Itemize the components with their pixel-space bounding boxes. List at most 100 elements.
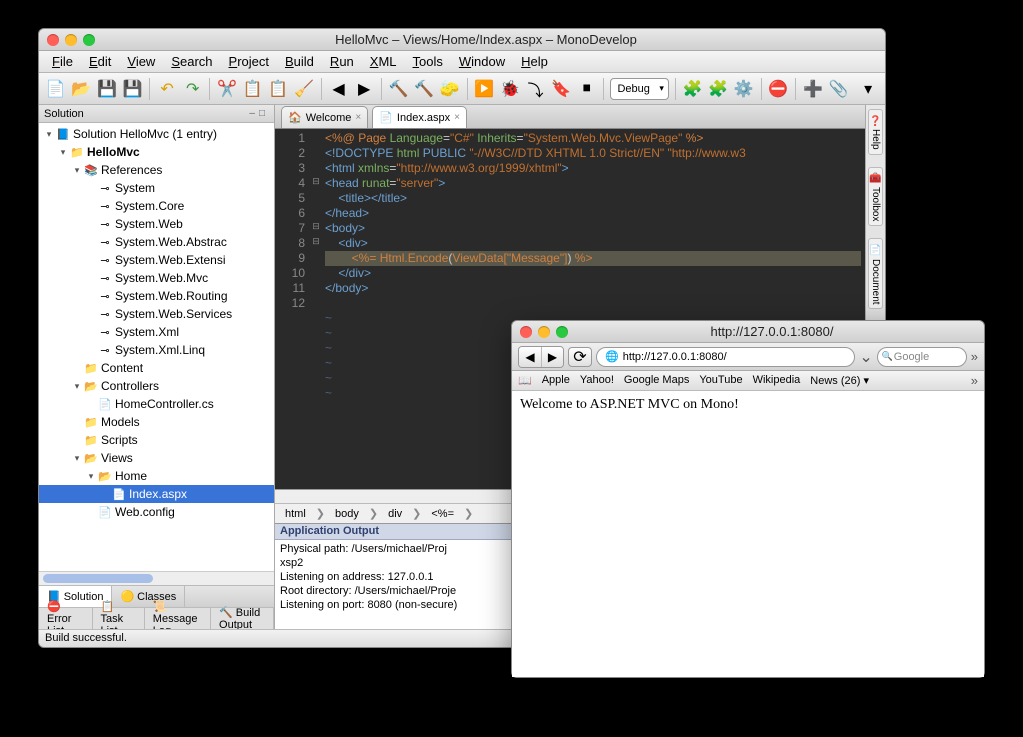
fold-gutter[interactable]: ⊟⊟⊟ — [311, 129, 321, 489]
open-icon[interactable]: 📂 — [71, 78, 93, 100]
bottom-tab-error-list[interactable]: ⛔ Error List — [39, 608, 93, 629]
breadcrumb-item[interactable]: div — [384, 508, 406, 520]
minimize-icon[interactable] — [65, 34, 77, 46]
bookmark-item[interactable]: YouTube — [699, 374, 742, 387]
debug-icon[interactable]: 🐞 — [499, 78, 521, 100]
chevron-down-icon[interactable]: ▾ — [857, 78, 879, 100]
bookmarks-icon[interactable]: 📖 — [518, 374, 532, 387]
tree-row[interactable]: 📄Web.config — [39, 503, 274, 521]
tree-row[interactable]: ⊸System.Web — [39, 215, 274, 233]
bookmark-item[interactable]: Apple — [542, 374, 570, 387]
build-icon[interactable]: 🔨 — [388, 78, 410, 100]
menu-tools[interactable]: Tools — [406, 52, 450, 71]
search-field[interactable]: Google — [877, 347, 967, 367]
extra1-icon[interactable]: ➕ — [802, 78, 824, 100]
copy-icon[interactable]: 📋 — [242, 78, 264, 100]
tree-row[interactable]: ▾📁HelloMvc — [39, 143, 274, 161]
save-all-icon[interactable]: 💾 — [122, 78, 144, 100]
side-tab-toolbox[interactable]: 🧰Toolbox — [868, 167, 883, 227]
minimize-icon[interactable] — [538, 326, 550, 338]
plugin1-icon[interactable]: 🧩 — [682, 78, 704, 100]
tree-row[interactable]: 📁Content — [39, 359, 274, 377]
breadcrumb-item[interactable]: html — [281, 508, 310, 520]
undo-icon[interactable]: ↶ — [156, 78, 178, 100]
menu-view[interactable]: View — [120, 52, 162, 71]
solution-tree[interactable]: ▾📘Solution HelloMvc (1 entry)▾📁HelloMvc▾… — [39, 123, 274, 571]
close-icon[interactable]: × — [355, 112, 361, 123]
side-tab-document[interactable]: 📄Document — [868, 238, 883, 309]
delete-icon[interactable]: 🧹 — [293, 78, 315, 100]
tree-row[interactable]: ⊸System.Web.Mvc — [39, 269, 274, 287]
tree-row[interactable]: ⊸System.Web.Extensi — [39, 251, 274, 269]
ide-titlebar[interactable]: HelloMvc – Views/Home/Index.aspx – MonoD… — [39, 29, 885, 51]
tab-index[interactable]: 📄Index.aspx× — [372, 106, 467, 128]
plugin3-icon[interactable]: ⚙️ — [733, 78, 755, 100]
bottom-tab-task-list[interactable]: 📋 Task List — [93, 608, 145, 629]
breadcrumb-item[interactable]: <%= — [427, 508, 458, 520]
close-icon[interactable] — [47, 34, 59, 46]
tree-row[interactable]: ⊸System.Web.Services — [39, 305, 274, 323]
menu-xml[interactable]: XML — [363, 52, 404, 71]
tab-welcome[interactable]: 🏠Welcome× — [281, 106, 368, 128]
clean-icon[interactable]: 🧽 — [439, 78, 461, 100]
side-tab-help[interactable]: ❓Help — [868, 109, 883, 155]
zoom-icon[interactable] — [83, 34, 95, 46]
close-icon[interactable]: × — [454, 112, 460, 123]
nav-back-icon[interactable]: ◀ — [328, 78, 350, 100]
menu-help[interactable]: Help — [514, 52, 555, 71]
nav-fwd-icon[interactable]: ▶ — [353, 78, 375, 100]
back-button[interactable]: ◀ — [519, 347, 541, 367]
paste-icon[interactable]: 📋 — [268, 78, 290, 100]
cut-icon[interactable]: ✂️ — [216, 78, 238, 100]
tree-row[interactable]: ▾📂Views — [39, 449, 274, 467]
tree-row[interactable]: 📄HomeController.cs — [39, 395, 274, 413]
menu-window[interactable]: Window — [452, 52, 512, 71]
tree-row[interactable]: ⊸System.Web.Abstrac — [39, 233, 274, 251]
panel-min-icon[interactable]: – — [249, 108, 259, 119]
bookmark-item[interactable]: Google Maps — [624, 374, 689, 387]
tree-row[interactable]: ▾📘Solution HelloMvc (1 entry) — [39, 125, 274, 143]
config-selector[interactable]: Debug — [610, 78, 668, 100]
stop-debug-icon[interactable]: ⏹ — [576, 78, 598, 100]
rss-icon[interactable]: ⌄ — [859, 347, 872, 367]
tree-row[interactable]: 📄Index.aspx — [39, 485, 274, 503]
tree-row[interactable]: 📁Scripts — [39, 431, 274, 449]
run-icon[interactable]: ▶️ — [474, 78, 496, 100]
forward-button[interactable]: ▶ — [541, 347, 563, 367]
bookmark-item[interactable]: Yahoo! — [580, 374, 614, 387]
panel-pin-icon[interactable]: □ — [259, 108, 269, 119]
tree-row[interactable]: ⊸System.Core — [39, 197, 274, 215]
tree-row[interactable]: ⊸System.Web.Routing — [39, 287, 274, 305]
reload-button[interactable]: ⟳ — [568, 347, 592, 367]
close-icon[interactable] — [520, 326, 532, 338]
menu-project[interactable]: Project — [222, 52, 276, 71]
url-field[interactable]: 🌐http://127.0.0.1:8080/ — [596, 347, 855, 367]
bottom-tab-message-log[interactable]: 📜 Message Log — [145, 608, 211, 629]
tree-row[interactable]: 📁Models — [39, 413, 274, 431]
new-file-icon[interactable]: 📄 — [45, 78, 67, 100]
browser-titlebar[interactable]: http://127.0.0.1:8080/ — [512, 321, 984, 343]
tree-hscrollbar[interactable] — [39, 571, 274, 585]
tree-row[interactable]: ⊸System.Xml.Linq — [39, 341, 274, 359]
tree-row[interactable]: ⊸System.Xml — [39, 323, 274, 341]
menu-file[interactable]: File — [45, 52, 80, 71]
menu-run[interactable]: Run — [323, 52, 361, 71]
tree-row[interactable]: ▾📂Controllers — [39, 377, 274, 395]
tree-row[interactable]: ⊸System — [39, 179, 274, 197]
overflow-icon[interactable]: » — [971, 349, 978, 364]
menu-build[interactable]: Build — [278, 52, 321, 71]
tree-row[interactable]: ▾📂Home — [39, 467, 274, 485]
redo-icon[interactable]: ↷ — [182, 78, 204, 100]
bottom-tab-build-output[interactable]: 🔨 Build Output — [211, 608, 274, 629]
menu-search[interactable]: Search — [164, 52, 219, 71]
save-icon[interactable]: 💾 — [96, 78, 118, 100]
stop-icon[interactable]: ⛔ — [768, 78, 790, 100]
bookmark-item[interactable]: News (26) ▾ — [810, 374, 869, 387]
zoom-icon[interactable] — [556, 326, 568, 338]
overflow-icon[interactable]: » — [971, 373, 978, 388]
rebuild-icon[interactable]: 🔨 — [413, 78, 435, 100]
step-icon[interactable]: ⤵ — [525, 78, 547, 100]
tree-row[interactable]: ▾📚References — [39, 161, 274, 179]
breakpoint-icon[interactable]: 🔖 — [550, 78, 572, 100]
menu-edit[interactable]: Edit — [82, 52, 118, 71]
